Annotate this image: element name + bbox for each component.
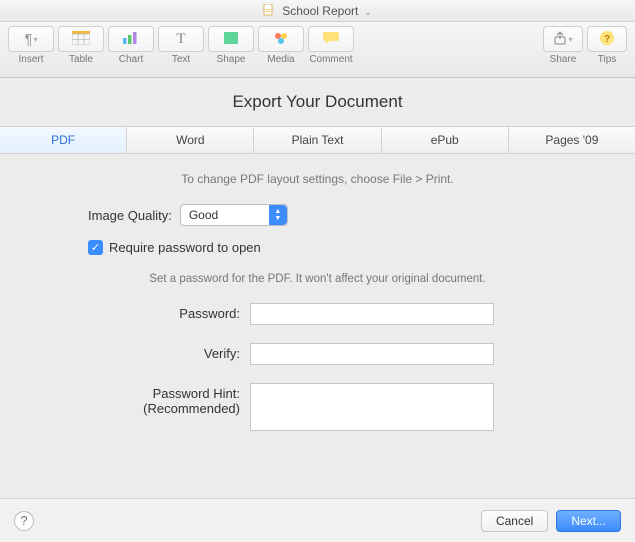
toolbar-table[interactable]: Table xyxy=(58,26,104,65)
toolbar-share-label: Share xyxy=(550,54,577,65)
toolbar-media-label: Media xyxy=(267,54,294,65)
toolbar-insert[interactable]: ¶▾ Insert xyxy=(8,26,54,65)
svg-text:?: ? xyxy=(604,34,610,45)
chevron-down-icon[interactable]: ⌄ xyxy=(364,7,372,18)
tabs: PDF Word Plain Text ePub Pages '09 xyxy=(0,126,635,154)
toolbar-text[interactable]: T Text xyxy=(158,26,204,65)
password-hint-label: Password Hint: (Recommended) xyxy=(30,383,250,431)
require-password-label: Require password to open xyxy=(109,240,261,255)
image-quality-select[interactable]: Good ▲▼ xyxy=(180,204,288,226)
toolbar-chart-label: Chart xyxy=(119,54,143,65)
text-icon: T xyxy=(176,31,185,48)
document-icon xyxy=(263,1,275,13)
next-button[interactable]: Next... xyxy=(556,510,621,532)
toolbar-comment[interactable]: Comment xyxy=(308,26,354,65)
titlebar: School Report ⌄ xyxy=(0,0,635,22)
image-quality-value: Good xyxy=(189,208,218,222)
toolbar-shape-label: Shape xyxy=(217,54,246,65)
share-icon xyxy=(553,31,567,48)
check-icon: ✓ xyxy=(91,241,100,254)
layout-hint: To change PDF layout settings, choose Fi… xyxy=(30,172,605,186)
password-input[interactable] xyxy=(250,303,494,325)
image-quality-label: Image Quality: xyxy=(88,208,172,223)
verify-label: Verify: xyxy=(30,343,250,365)
cancel-button-label: Cancel xyxy=(496,514,533,528)
toolbar-insert-label: Insert xyxy=(18,54,43,65)
password-hint-text: Set a password for the PDF. It won't aff… xyxy=(30,273,605,285)
media-icon xyxy=(273,30,289,49)
shape-icon xyxy=(223,31,239,48)
tips-icon: ? xyxy=(599,30,615,49)
tab-pdf[interactable]: PDF xyxy=(0,127,126,153)
require-password-checkbox[interactable]: ✓ xyxy=(88,240,103,255)
toolbar-media[interactable]: Media xyxy=(258,26,304,65)
comment-icon xyxy=(322,31,340,48)
toolbar-text-label: Text xyxy=(172,54,190,65)
toolbar-tips-label: Tips xyxy=(598,54,617,65)
tab-plaintext[interactable]: Plain Text xyxy=(253,127,380,153)
tab-epub[interactable]: ePub xyxy=(381,127,508,153)
footer: ? Cancel Next... xyxy=(0,498,635,542)
window-title: School Report xyxy=(282,4,358,18)
paragraph-icon: ¶ xyxy=(24,31,32,48)
toolbar-comment-label: Comment xyxy=(309,54,352,65)
toolbar-table-label: Table xyxy=(69,54,93,65)
toolbar-tips[interactable]: ? Tips xyxy=(587,26,627,65)
toolbar-share[interactable]: ▾ Share xyxy=(543,26,583,65)
password-label: Password: xyxy=(30,303,250,325)
tab-pages09[interactable]: Pages '09 xyxy=(508,127,635,153)
help-button[interactable]: ? xyxy=(14,511,34,531)
next-button-label: Next... xyxy=(571,514,606,528)
tab-word[interactable]: Word xyxy=(126,127,253,153)
toolbar-chart[interactable]: Chart xyxy=(108,26,154,65)
toolbar: ¶▾ Insert Table Chart T Text Shape Media… xyxy=(0,22,635,78)
chart-icon xyxy=(122,31,140,48)
question-icon: ? xyxy=(20,513,27,528)
verify-input[interactable] xyxy=(250,343,494,365)
table-icon xyxy=(72,31,90,48)
password-hint-input[interactable] xyxy=(250,383,494,431)
cancel-button[interactable]: Cancel xyxy=(481,510,548,532)
page-title: Export Your Document xyxy=(0,78,635,126)
toolbar-shape[interactable]: Shape xyxy=(208,26,254,65)
select-stepper-icon: ▲▼ xyxy=(269,205,287,225)
